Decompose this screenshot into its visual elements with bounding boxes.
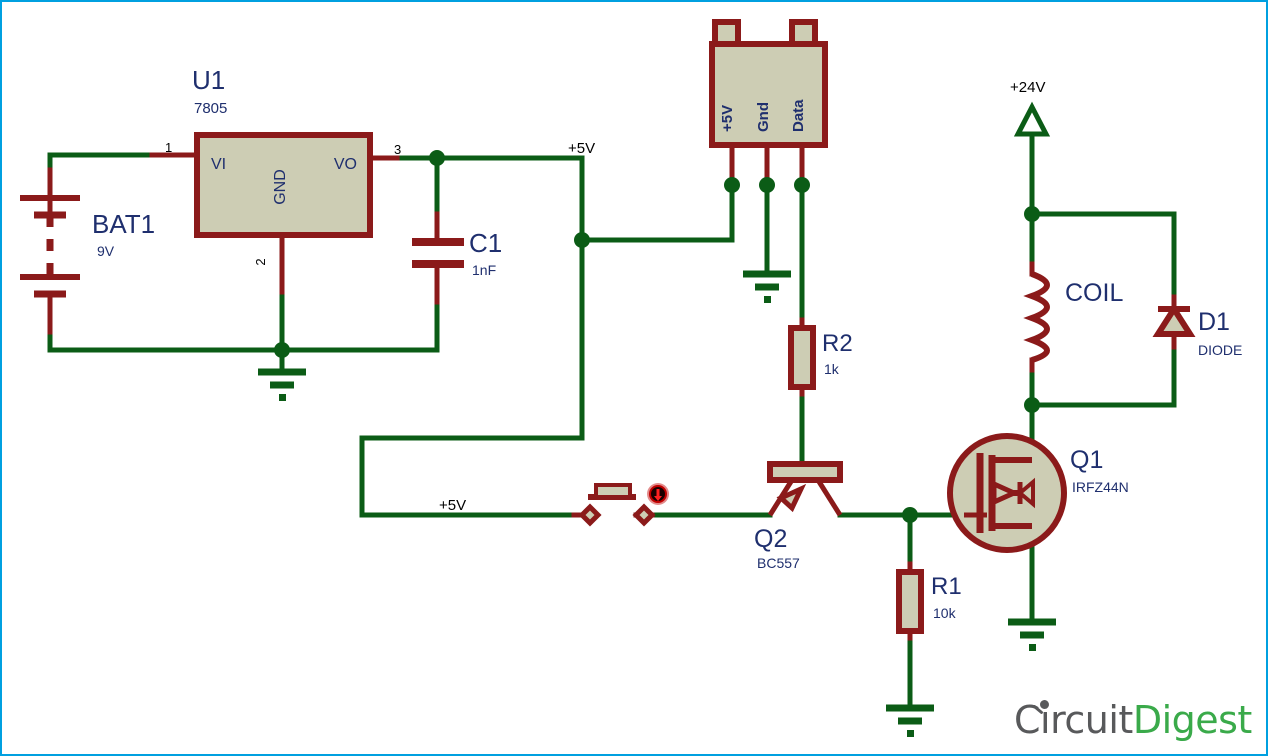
gnd-r1-bar3	[907, 730, 914, 737]
switch-terminal-left	[578, 503, 602, 527]
gnd-sensor-bar3	[764, 296, 771, 303]
component-relay-coil[interactable]: COIL	[1023, 271, 1123, 363]
junction-sensor-vcc	[724, 177, 740, 193]
junction-sensor-gnd	[759, 177, 775, 193]
supply-24v-arrow	[1013, 101, 1051, 137]
circuitdigest-logo: CircuitDigest	[1014, 698, 1252, 742]
net-label-5v-top: +5V	[568, 140, 595, 157]
q1-value-label: IRFZ44N	[1072, 479, 1129, 495]
supply-24v-label: +24V	[1010, 79, 1045, 96]
d1-value-label: DIODE	[1198, 342, 1242, 358]
schematic-canvas: VI VO GND 1 2 3 U1 7805 BAT1 9V C1 1nF +…	[0, 0, 1268, 756]
coil-label: COIL	[1065, 279, 1123, 307]
r1-value-label: 10k	[933, 605, 957, 621]
d1-ref-label: D1	[1198, 308, 1230, 336]
circuit-schematic: VI VO GND 1 2 3 U1 7805 BAT1 9V C1 1nF +…	[20, 19, 1242, 737]
r1-body	[896, 569, 924, 634]
junction-24v-coil	[1024, 206, 1040, 222]
ground-u1	[258, 368, 306, 401]
q2-ref-label: Q2	[754, 525, 787, 553]
switch-terminal-right	[632, 503, 656, 527]
sensor-pin-vcc-label: +5V	[719, 105, 736, 132]
component-bat1-battery[interactable]: BAT1 9V	[20, 195, 155, 302]
u1-ref-label: U1	[192, 65, 225, 95]
ground-symbols	[258, 270, 1056, 737]
logo-text-circuit: Circuit	[1014, 698, 1133, 742]
q2-value-label: BC557	[757, 555, 800, 571]
sensor-pin-data-label: Data	[790, 99, 807, 132]
component-c1-capacitor[interactable]: C1 1nF	[412, 228, 502, 278]
switch-actuator-cap	[594, 483, 632, 499]
junction-gnd-rail	[274, 342, 290, 358]
component-r1-resistor[interactable]: R1 10k	[896, 569, 962, 634]
component-u1-regulator[interactable]: VI VO GND 1 2 3 U1 7805	[165, 65, 401, 266]
junction-vo-c1	[429, 150, 445, 166]
c1-ref-label: C1	[469, 228, 502, 258]
junction-coil-drain	[1024, 397, 1040, 413]
junction-gate-r1	[902, 507, 918, 523]
gnd-q1-bar3	[1029, 644, 1036, 651]
component-sensor-module[interactable]: +5V Gnd Data	[709, 19, 828, 148]
component-q1-mosfet[interactable]: Q1 IRFZ44N	[947, 433, 1129, 553]
bat1-ref-label: BAT1	[92, 209, 155, 239]
ground-q1	[1008, 618, 1056, 651]
ground-sensor	[743, 270, 791, 303]
coil-windings	[1023, 271, 1050, 363]
u1-pin-vo-label: VO	[334, 156, 357, 173]
supply-24v-symbol: +24V	[1010, 79, 1051, 137]
junction-sensor-data	[794, 177, 810, 193]
u1-pin-gnd-label: GND	[272, 169, 289, 205]
q2-base-bar	[767, 461, 843, 483]
r1-ref-label: R1	[931, 573, 962, 600]
u1-pin1-number: 1	[165, 140, 172, 155]
bat1-value-label: 9V	[97, 243, 115, 259]
junction-dots	[274, 150, 1040, 523]
ground-r1	[886, 704, 934, 737]
gnd-u1-bar3	[279, 394, 286, 401]
c1-value-label: 1nF	[472, 262, 496, 278]
net-label-5v-left: +5V	[439, 497, 466, 514]
q2-collector-line	[815, 478, 843, 517]
component-r2-resistor[interactable]: R2 1k	[788, 325, 853, 390]
logo-text-digest: Digest	[1132, 698, 1253, 742]
u1-pin3-number: 3	[394, 142, 401, 157]
u1-pin2-number: 2	[253, 258, 268, 265]
logo-icon-wrap: Circuit	[1014, 698, 1133, 742]
u1-value-label: 7805	[194, 100, 227, 117]
q1-ref-label: Q1	[1070, 446, 1103, 474]
component-d1-diode[interactable]: D1 DIODE	[1152, 303, 1242, 358]
r2-value-label: 1k	[824, 361, 840, 377]
u1-pin-vi-label: VI	[211, 156, 226, 173]
junction-5v-sensor	[574, 232, 590, 248]
d1-anode-triangle	[1152, 303, 1196, 337]
r2-ref-label: R2	[822, 330, 853, 357]
r2-body	[788, 325, 816, 390]
sensor-pin-gnd-label: Gnd	[755, 102, 772, 132]
